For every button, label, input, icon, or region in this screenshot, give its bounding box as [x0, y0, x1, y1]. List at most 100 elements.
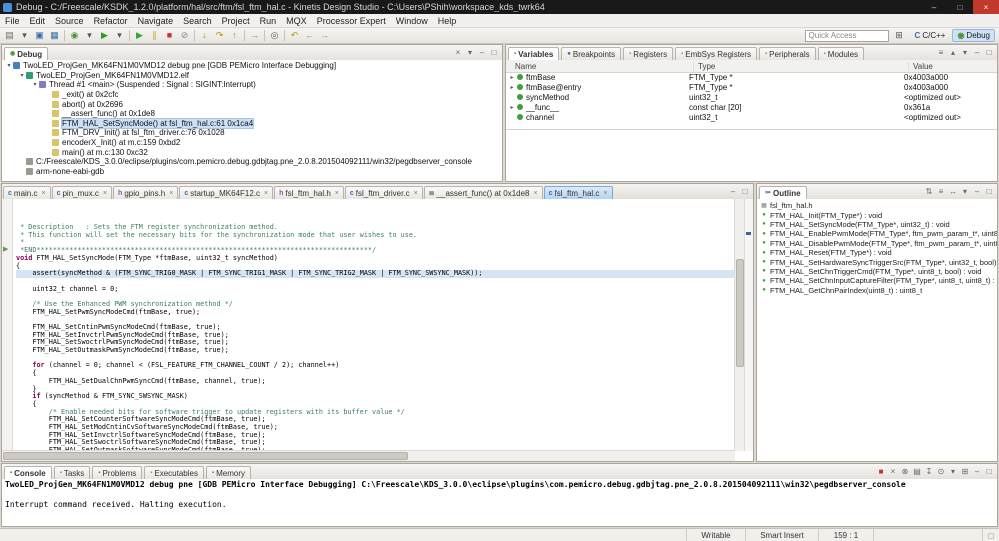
suspend-icon[interactable]: ∥	[147, 29, 162, 42]
tab-debug[interactable]: ◉ Debug	[4, 47, 49, 60]
save-icon[interactable]: ▣	[32, 29, 47, 42]
display-console-dropdown-icon[interactable]: ▾	[947, 467, 959, 476]
editor-tab[interactable]: c main.c ×	[3, 186, 51, 199]
console-output[interactable]: TwoLED_ProjGen_MK64FN1M0VMD12 debug pne …	[2, 479, 997, 526]
close-tab-icon[interactable]: ×	[335, 190, 339, 197]
menu-item[interactable]: Edit	[25, 16, 51, 26]
outline-item[interactable]: ● FTM_HAL_Init(FTM_Type*) : void	[757, 210, 997, 220]
variables-detail-pane[interactable]	[506, 129, 997, 181]
minimize-button[interactable]: –	[921, 0, 947, 14]
view-tab[interactable]: ▪ Variables	[508, 47, 560, 60]
minimize-icon[interactable]: –	[971, 48, 983, 57]
debug-tree-item[interactable]: ▾ TwoLED_ProjGen_MK64FN1M0VMD12.elf	[2, 71, 502, 81]
debug-tree-item[interactable]: C:/Freescale/KDS_3.0.0/eclipse/plugins/c…	[2, 157, 502, 167]
close-tab-icon[interactable]: ×	[603, 190, 607, 197]
remove-all-launches-icon[interactable]: ⊗	[899, 467, 911, 476]
view-tab[interactable]: ▪ Registers	[623, 47, 674, 60]
view-menu-icon[interactable]: ▾	[464, 48, 476, 57]
twisty-icon[interactable]: ▸	[508, 84, 516, 91]
close-tab-icon[interactable]: ×	[169, 190, 173, 197]
channel[interactable]: channel uint32_t <optimized out>	[506, 112, 997, 122]
step-into-icon[interactable]: ↓	[197, 29, 212, 42]
column-type[interactable]: Type	[694, 61, 909, 71]
outline-item[interactable]: ● FTM_HAL_DisablePwmMode(FTM_Type*, ftm_…	[757, 239, 997, 248]
outline-item[interactable]: ● FTM_HAL_GetChnPairIndex(uint8_t) : uin…	[757, 286, 997, 295]
maximize-icon[interactable]: □	[983, 467, 995, 476]
back-icon[interactable]: ←	[302, 29, 317, 42]
ftmBase@entry[interactable]: ▸ ftmBase@entry FTM_Type * 0x4003a000	[506, 82, 997, 92]
debug-tree-item[interactable]: __assert_func() at 0x1de8	[2, 109, 502, 119]
perspective-debug-button[interactable]: ◉ Debug	[952, 29, 995, 42]
editor-tab[interactable]: c startup_MK64F12.c ×	[179, 186, 274, 199]
debug-tree-item[interactable]: abort() at 0x2696	[2, 99, 502, 109]
view-tab[interactable]: ▪ Memory	[205, 466, 251, 479]
collapse-all-icon[interactable]: ▴	[947, 48, 959, 57]
outline-item[interactable]: ● FTM_HAL_Reset(FTM_Type*) : void	[757, 248, 997, 257]
run-dropdown-icon[interactable]: ▾	[112, 29, 127, 42]
editor-tab[interactable]: c pin_mux.c ×	[51, 186, 113, 199]
debug-tree-item[interactable]: encoderX_Init() at m.c:159 0xbd2	[2, 138, 502, 148]
scrollbar-thumb[interactable]	[3, 452, 409, 460]
editor-tab[interactable]: h fsl_ftm_hal.h ×	[274, 186, 344, 199]
perspective-cpp-button[interactable]: C C/C++	[910, 29, 951, 42]
twisty-icon[interactable]: ▸	[508, 104, 516, 111]
show-type-names-icon[interactable]: ≡	[935, 48, 947, 57]
close-tab-icon[interactable]: ×	[534, 190, 538, 197]
quick-access-input[interactable]: Quick Access	[804, 29, 889, 42]
view-tab[interactable]: ▪ Executables	[144, 466, 204, 479]
debug-tree-item[interactable]: FTM_DRV_Init() at fsl_ftm_driver.c:76 0x…	[2, 128, 502, 138]
terminate-icon[interactable]: ■	[875, 467, 887, 476]
maximize-icon[interactable]: □	[983, 187, 995, 196]
clear-console-icon[interactable]: ▤	[911, 467, 923, 476]
run-icon[interactable]: ▶	[97, 29, 112, 42]
column-value[interactable]: Value	[909, 62, 997, 71]
close-tab-icon[interactable]: ×	[103, 190, 107, 197]
close-tab-icon[interactable]: ×	[414, 190, 418, 197]
maximize-button[interactable]: □	[947, 0, 973, 14]
last-edit-location-icon[interactable]: ↶	[287, 29, 302, 42]
minimize-icon[interactable]: –	[971, 467, 983, 476]
menu-item[interactable]: Source	[50, 16, 89, 26]
resume-icon[interactable]: ▶	[132, 29, 147, 42]
outline-item[interactable]: ● FTM_HAL_SetSyncMode(FTM_Type*, uint32_…	[757, 220, 997, 229]
remove-all-terminated-icon[interactable]: ×	[452, 48, 464, 57]
overview-ruler[interactable]	[744, 199, 753, 451]
editor-maximize-icon[interactable]: □	[739, 187, 751, 196]
new-wizard-icon[interactable]: ▤	[2, 29, 17, 42]
remove-launch-icon[interactable]: ×	[887, 467, 899, 476]
step-return-icon[interactable]: ↑	[227, 29, 242, 42]
editor-tab[interactable]: c fsl_ftm_driver.c ×	[344, 186, 423, 199]
open-console-icon[interactable]: ⊞	[959, 467, 971, 476]
twisty-icon[interactable]: ▸	[508, 74, 516, 81]
column-name[interactable]: Name	[511, 61, 694, 71]
editor-horizontal-scrollbar[interactable]	[2, 450, 735, 461]
editor-gutter[interactable]: ▶	[2, 199, 13, 451]
outline-item[interactable]: ▦ fsl_ftm_hal.h	[757, 201, 997, 210]
code-editor[interactable]: ▶ * Description : Sets the FTM register …	[2, 199, 753, 461]
menu-item[interactable]: MQX	[281, 16, 312, 26]
debug-tree-item[interactable]: main() at m.c:130 0xc32	[2, 147, 502, 157]
view-tab[interactable]: ▪ Peripherals	[759, 47, 816, 60]
view-menu-icon[interactable]: ▾	[959, 187, 971, 196]
outline-item[interactable]: ● FTM_HAL_SetChnInputCaptureFilter(FTM_T…	[757, 276, 997, 285]
menu-item[interactable]: Run	[255, 16, 282, 26]
debug-icon[interactable]: ◉	[67, 29, 82, 42]
pin-console-icon[interactable]: ⊙	[935, 467, 947, 476]
debug-tree-item[interactable]: ▾ TwoLED_ProjGen_MK64FN1M0VMD12 debug pn…	[2, 61, 502, 71]
view-tab[interactable]: ▪ Console	[4, 466, 52, 479]
new-dropdown-icon[interactable]: ▾	[17, 29, 32, 42]
debug-tree-item[interactable]: _exit() at 0x2cfc	[2, 90, 502, 100]
view-tab[interactable]: ▪ Problems	[92, 466, 143, 479]
syncMethod[interactable]: syncMethod uint32_t <optimized out>	[506, 92, 997, 102]
save-all-icon[interactable]: ▦	[47, 29, 62, 42]
view-tab[interactable]: ▪ Modules	[817, 47, 865, 60]
menu-item[interactable]: File	[0, 16, 25, 26]
menu-item[interactable]: Window	[391, 16, 433, 26]
twisty-icon[interactable]: ▾	[5, 62, 13, 69]
step-over-icon[interactable]: ↷	[212, 29, 227, 42]
menu-item[interactable]: Help	[433, 16, 462, 26]
__func__[interactable]: ▸ __func__ const char [20] 0x361a	[506, 102, 997, 112]
view-tab[interactable]: ▪ EmbSys Registers	[675, 47, 758, 60]
outline-item[interactable]: ● FTM_HAL_SetChnTriggerCmd(FTM_Type*, ui…	[757, 267, 997, 276]
twisty-icon[interactable]: ▾	[31, 81, 39, 88]
